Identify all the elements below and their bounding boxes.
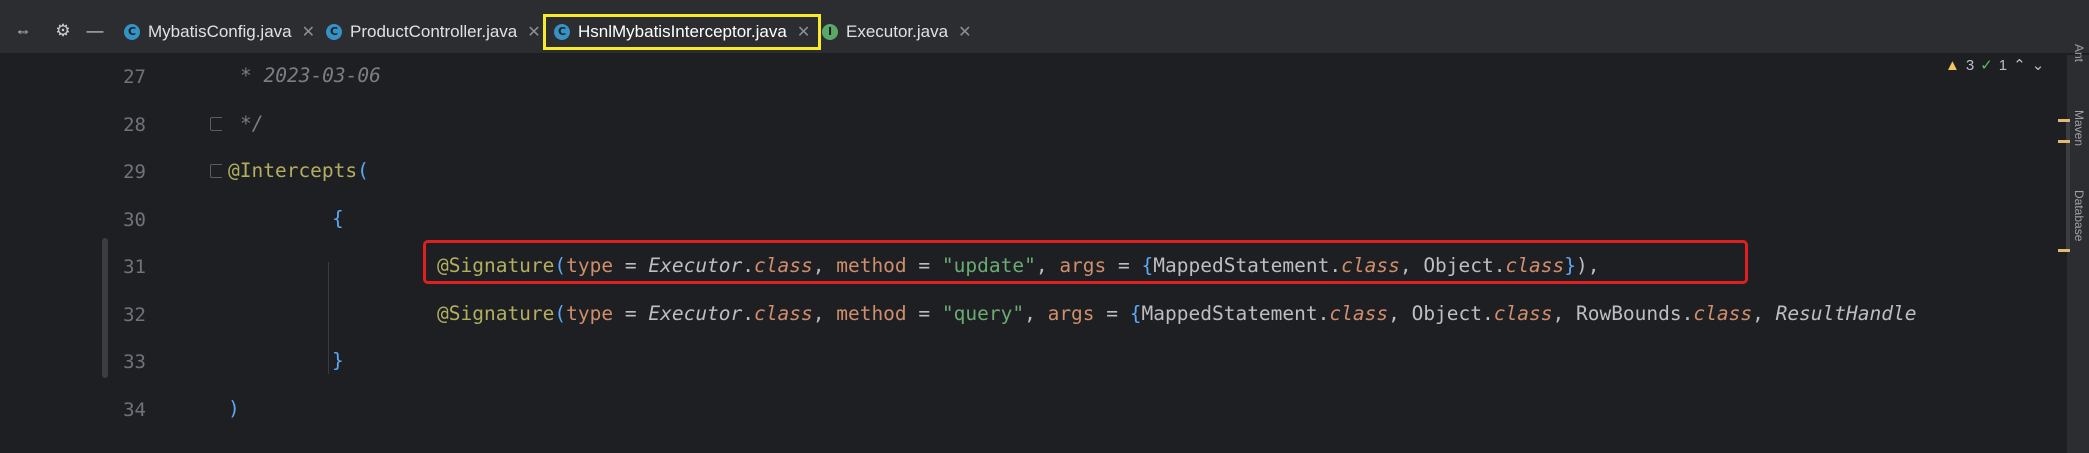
type-mappedstatement: MappedStatement [1141, 302, 1318, 325]
chevron-up-icon[interactable]: ⌃ [2013, 56, 2026, 74]
code-line-27: * 2023-03-06 [240, 64, 381, 87]
comma: , [1024, 302, 1048, 325]
tab-hsnlmybatisinterceptor[interactable]: C HsnlMybatisInterceptor.java ✕ [543, 14, 822, 50]
code-line-33: } [332, 349, 344, 372]
line-number: 27 [123, 66, 146, 88]
dot: . [742, 302, 755, 325]
paren: ( [357, 159, 369, 182]
comma: , [1388, 302, 1412, 325]
gear-icon[interactable]: ⚙ [52, 20, 74, 42]
class-file-icon: C [124, 24, 140, 40]
close-icon[interactable]: ✕ [527, 22, 540, 42]
code-line-28: */ [240, 112, 264, 135]
class-file-icon: C [326, 24, 342, 40]
project-panel-edge [0, 55, 86, 453]
code-line-34: ) [228, 397, 240, 420]
warning-marker[interactable] [2058, 119, 2070, 122]
interface-file-icon: I [822, 24, 838, 40]
line-number: 28 [123, 114, 146, 136]
type-executor: Executor [648, 302, 743, 325]
equals: = [906, 302, 942, 325]
type-rowbounds: RowBounds [1575, 302, 1682, 325]
close-icon[interactable]: ✕ [958, 22, 971, 42]
line-number: 34 [123, 399, 146, 421]
line-number: 30 [123, 209, 146, 231]
tab-label: MybatisConfig.java [148, 22, 292, 41]
annotation-signature: @Signature [437, 302, 555, 325]
param-args: args [1047, 302, 1095, 325]
line-number: 33 [123, 351, 146, 373]
annotation-intercepts: @Intercepts [228, 159, 358, 182]
tab-executor[interactable]: I Executor.java ✕ [822, 14, 971, 50]
brace: { [1129, 302, 1142, 325]
code-line-32: @Signature(type = Executor.class, method… [437, 302, 1916, 325]
tab-mybatisconfig[interactable]: C MybatisConfig.java ✕ [124, 14, 315, 50]
comma: , [1752, 302, 1776, 325]
param-method: method [836, 302, 907, 325]
warning-marker[interactable] [2058, 140, 2070, 143]
type-object: Object [1411, 302, 1483, 325]
paren: ( [554, 302, 567, 325]
tool-ant[interactable]: Ant [2072, 44, 2086, 62]
keyword-class: class [1493, 302, 1553, 325]
line-number: 32 [123, 304, 146, 326]
close-icon[interactable]: ✕ [797, 22, 810, 42]
keyword-class: class [754, 302, 813, 325]
check-count: 1 [1998, 56, 2008, 74]
dot: . [1681, 302, 1694, 325]
warning-icon: ▲ [1945, 56, 1960, 74]
left-scrollbar[interactable] [102, 238, 108, 378]
string-query: "query" [941, 302, 1025, 325]
line-number: 31 [123, 256, 146, 278]
class-file-icon: C [554, 24, 570, 40]
code-line-29: @Intercepts( [228, 159, 369, 182]
keyword-class: class [1693, 302, 1753, 325]
editor-tab-bar: ⇔ ⚙ — C MybatisConfig.java ✕ C ProductCo… [0, 8, 2089, 54]
indent-guide [328, 262, 329, 374]
window-top-strip [0, 0, 2089, 8]
warning-marker[interactable] [2058, 249, 2070, 252]
inspection-widget[interactable]: ▲ 3 ✓ 1 ⌃ ⌄ [1945, 56, 2045, 75]
comma: , [1552, 302, 1576, 325]
line-number: 29 [123, 161, 146, 183]
minimize-icon[interactable]: — [84, 20, 106, 42]
collapse-all-icon[interactable]: ⇔ [12, 20, 34, 42]
tool-maven[interactable]: Maven [2072, 110, 2086, 146]
code-line-30: { [332, 207, 344, 230]
highlight-box [423, 240, 1748, 284]
dot: . [1482, 302, 1494, 325]
tab-label: Executor.java [846, 22, 949, 41]
equals: = [613, 302, 649, 325]
tab-productcontroller[interactable]: C ProductController.java ✕ [326, 14, 541, 50]
equals: = [1094, 302, 1130, 325]
tool-database[interactable]: Database [2072, 190, 2086, 241]
type-resulthandler: ResultHandle [1775, 302, 1917, 325]
tab-label: ProductController.java [350, 22, 518, 41]
param-type: type [566, 302, 614, 325]
dot: . [1317, 302, 1330, 325]
keyword-class: class [1329, 302, 1389, 325]
check-icon: ✓ [1980, 57, 1993, 74]
chevron-down-icon[interactable]: ⌄ [2032, 56, 2045, 74]
warning-count: 3 [1965, 56, 1975, 74]
tab-label: HsnlMybatisInterceptor.java [578, 22, 787, 41]
close-icon[interactable]: ✕ [302, 22, 315, 42]
comma: , [812, 302, 837, 325]
